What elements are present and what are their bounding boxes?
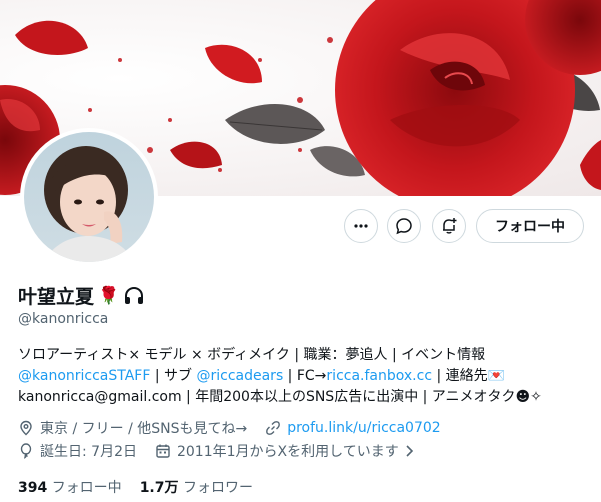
display-name: 叶望立夏 🌹 <box>18 282 145 309</box>
profile-handle: @kanonricca <box>18 311 109 327</box>
more-options-button[interactable] <box>344 209 378 243</box>
rose-emoji: 🌹 <box>98 285 120 306</box>
calendar-icon <box>156 444 170 458</box>
bell-plus-icon <box>443 218 457 234</box>
birthday-text: 誕生日: 7月2日 <box>40 444 137 460</box>
profile-avatar[interactable] <box>20 128 158 266</box>
location-text: 東京 / フリー / 他SNSも見てね→ <box>40 421 248 437</box>
mention-link[interactable]: @riccadears <box>196 368 283 384</box>
bio-line: kanonricca@gmail.com | 年間200本以上のSNS広告に出演… <box>18 389 542 405</box>
chevron-right-icon[interactable] <box>405 444 415 458</box>
bio-text: | サブ <box>150 368 197 384</box>
notifications-button[interactable] <box>432 209 466 243</box>
bio-line: @kanonriccaSTAFF | サブ @riccadears | FC→r… <box>18 366 593 387</box>
profile-bio: ソロアーティスト× モデル × ボディメイク | 職業：夢追人 | イベント情報… <box>18 345 593 408</box>
display-name-text: 叶望立夏 <box>18 286 95 308</box>
chat-bubble-icon <box>396 218 412 235</box>
following-label: フォロー中 <box>51 480 122 496</box>
bio-text: | 連絡先💌 <box>432 368 506 384</box>
location-pin-icon <box>20 420 32 436</box>
mention-link[interactable]: @kanonriccaSTAFF <box>18 368 150 384</box>
followers-count: 1.7万 <box>139 480 179 496</box>
follow-stats: 394 フォロー中 1.7万 フォロワー <box>18 477 253 497</box>
followers-label: フォロワー <box>182 480 253 496</box>
bio-text: | FC→ <box>283 368 327 384</box>
followers-stat[interactable]: 1.7万 フォロワー <box>140 477 253 497</box>
profile-meta-row: 東京 / フリー / 他SNSも見てね→ profu.link/u/ricca0… <box>18 418 441 438</box>
joined-date-text: 2011年1月からXを利用しています <box>176 444 399 460</box>
avatar-photo <box>24 132 154 262</box>
website-link[interactable]: profu.link/u/ricca0702 <box>287 420 440 436</box>
link-icon <box>266 421 281 435</box>
fanbox-link[interactable]: ricca.fanbox.cc <box>326 368 432 384</box>
more-dots-icon <box>354 224 368 228</box>
following-stat[interactable]: 394 フォロー中 <box>18 477 122 497</box>
following-count: 394 <box>18 480 48 496</box>
balloon-icon <box>20 443 32 459</box>
message-button[interactable] <box>387 209 421 243</box>
following-button[interactable]: フォロー中 <box>476 209 584 243</box>
bio-line: ソロアーティスト× モデル × ボディメイク | 職業：夢追人 | イベント情報 <box>18 347 486 363</box>
profile-meta-row: 誕生日: 7月2日 2011年1月からXを利用しています <box>18 441 415 461</box>
headphones-icon <box>125 286 144 304</box>
